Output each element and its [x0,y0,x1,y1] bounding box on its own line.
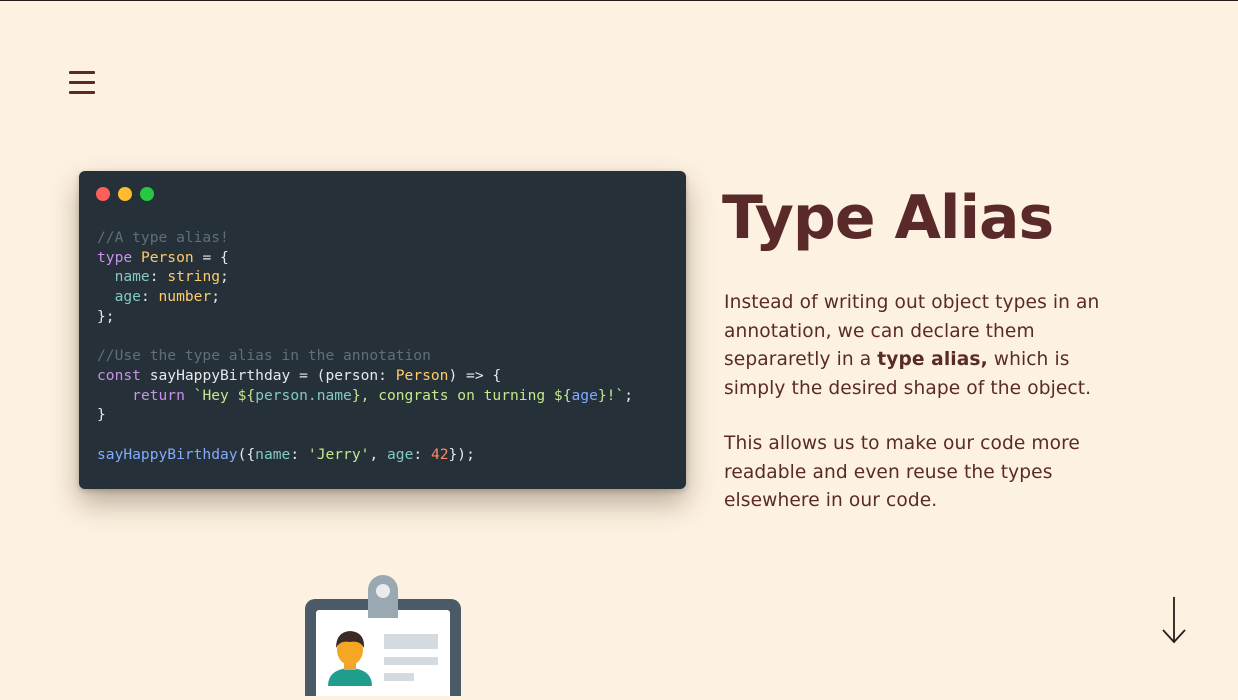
code-property: name [114,268,150,286]
code-punct: = { [193,248,229,266]
code-punct: : [149,268,168,286]
window-controls [96,187,154,201]
arrow-down-icon[interactable] [1162,596,1186,644]
code-punct: }; [97,307,115,325]
code-punct: ; [624,386,634,404]
close-dot-icon[interactable] [96,187,110,201]
code-type: string [167,268,221,286]
code-template-expr: age [571,386,598,404]
code-string: }!` [597,386,625,404]
code-keyword: const [97,366,141,384]
code-string: }, congrats on turning ${ [351,386,572,404]
code-function-call: sayHappyBirthday [97,445,238,463]
id-badge-icon [302,574,464,700]
code-punct: } [97,406,106,424]
code-string: `Hey ${ [193,386,256,404]
code-type-name: Person [395,366,449,384]
code-punct: ) => { [448,366,502,384]
hamburger-menu-icon[interactable] [69,70,95,96]
code-punct: : [140,288,159,306]
code-snippet: //A type alias! type Person = { name: st… [97,228,633,464]
minimize-dot-icon[interactable] [118,187,132,201]
code-punct: : [290,445,308,463]
code-punct: ; [211,288,221,306]
code-keyword: return [132,386,185,404]
code-type-name: Person [140,248,194,266]
maximize-dot-icon[interactable] [140,187,154,201]
code-property: age [387,445,414,463]
page-title: Type Alias [722,183,1054,253]
code-punct: , [369,445,387,463]
description-emphasis: type alias, [877,349,988,370]
code-function-decl: sayHappyBirthday = (person: [140,366,396,384]
code-template-expr: person.name [255,386,352,404]
code-property: age [114,288,141,306]
code-punct: ; [220,268,229,286]
code-punct: }); [448,445,475,463]
code-comment: //A type alias! [97,229,229,246]
description-paragraph: Instead of writing out object types in a… [724,289,1104,403]
code-keyword: type [97,248,133,266]
code-string: 'Jerry' [307,445,370,463]
top-border [0,0,1238,1]
code-type: number [158,288,212,306]
benefit-paragraph: This allows us to make our code more rea… [724,433,1080,511]
code-number: 42 [430,445,449,463]
code-window: //A type alias! type Person = { name: st… [79,171,686,489]
code-punct: : [413,445,431,463]
code-comment: //Use the type alias in the annotation [97,347,431,365]
code-property: name [255,445,291,463]
code-punct: ({ [237,445,256,463]
